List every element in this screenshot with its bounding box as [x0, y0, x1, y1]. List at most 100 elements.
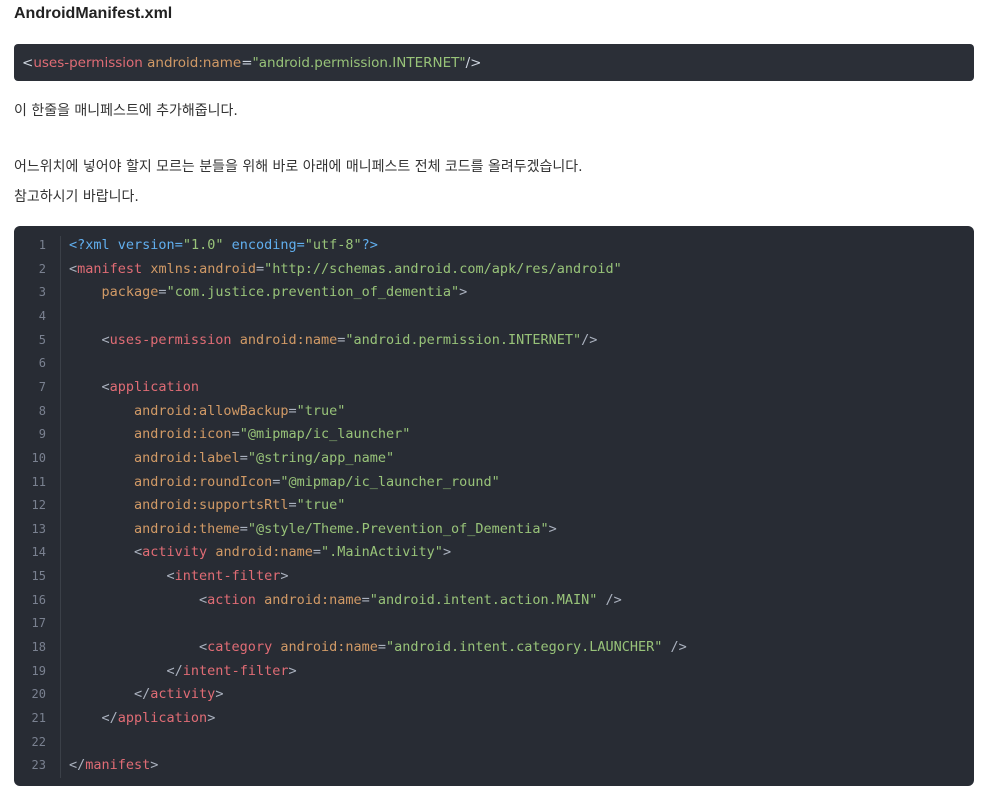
code-token: encoding: [223, 237, 297, 253]
code-token: android:allowBackup: [134, 402, 289, 419]
code-token: xmlns:android: [150, 260, 256, 277]
snippet-token: "android.permission.INTERNET": [252, 54, 466, 71]
line-number: 23: [31, 758, 46, 773]
code-text: <category android:name="android.intent.c…: [69, 636, 687, 658]
code-token: "android.intent.action.MAIN": [369, 591, 598, 608]
code-token: =: [255, 260, 265, 277]
line-number: 7: [38, 379, 46, 394]
snippet-token: />: [465, 54, 482, 71]
code-token: android:name: [215, 544, 313, 561]
snippet-token: android:name: [147, 54, 242, 71]
code-token: />: [662, 639, 687, 656]
code-line: 20 </activity>: [14, 683, 974, 705]
code-text: <application: [69, 376, 200, 398]
code-line: 12 android:supportsRtl="true": [14, 494, 974, 516]
code-token: "@style/Theme.Prevention_of_Dementia": [247, 520, 549, 537]
line-number: 4: [38, 308, 46, 323]
code-token: manifest: [77, 260, 143, 277]
paragraph-reference: 참고하시기 바랍니다.: [14, 189, 139, 205]
code-token: ?>: [361, 237, 378, 253]
code-token: action: [207, 591, 256, 608]
line-number: 3: [38, 285, 46, 300]
code-token: =: [288, 402, 297, 419]
code-line: 23 </manifest>: [14, 754, 974, 776]
code-token: android:theme: [134, 520, 240, 537]
code-token: <: [69, 260, 78, 277]
code-token: android:name: [280, 639, 378, 656]
code-token: =: [296, 237, 305, 253]
line-number: 13: [31, 521, 46, 536]
code-token: <: [69, 378, 110, 395]
code-token: =: [361, 591, 370, 608]
code-token: android:roundIcon: [134, 473, 273, 490]
code-token: </: [69, 757, 86, 774]
code-token: </: [69, 662, 183, 679]
code-line: 7 <application: [14, 376, 974, 398]
code-text: package="com.justice.prevention_of_demen…: [69, 281, 468, 303]
code-text: </manifest>: [69, 754, 158, 776]
code-token: =: [288, 497, 297, 514]
code-line: 16 <action android:name="android.intent.…: [14, 589, 974, 611]
code-token: uses-permission: [109, 331, 232, 348]
line-number: 21: [31, 711, 46, 725]
code-token: "android.permission.INTERNET": [345, 331, 582, 348]
code-text: <manifest xmlns:android="http://schemas.…: [69, 258, 622, 280]
code-token: <: [69, 544, 143, 561]
line-number: 1: [38, 238, 46, 252]
code-line: 6: [14, 352, 974, 374]
code-text: <activity android:name=".MainActivity">: [69, 541, 451, 563]
code-token: </: [69, 710, 118, 726]
line-number: 18: [31, 640, 46, 655]
code-line: 4: [14, 305, 974, 327]
code-text: android:roundIcon="@mipmap/ic_launcher_r…: [69, 471, 500, 493]
code-line: 21 </application>: [14, 707, 974, 729]
code-token: "@mipmap/ic_launcher_round": [280, 473, 500, 490]
code-token: "utf-8": [304, 237, 362, 253]
code-line: 19 </intent-filter>: [14, 660, 974, 682]
code-token: android:icon: [134, 426, 232, 443]
code-token: =: [239, 520, 248, 537]
code-token: =: [231, 426, 240, 443]
code-token: >: [288, 662, 297, 679]
code-line: 1 <?xml version="1.0" encoding="utf-8"?>: [14, 234, 974, 256]
code-line: 15 <intent-filter>: [14, 565, 974, 587]
code-token: android:label: [134, 449, 240, 466]
code-token: application: [109, 378, 200, 395]
code-line: 2 <manifest xmlns:android="http://schemas…: [14, 258, 974, 280]
code-token: ".MainActivity": [321, 544, 443, 561]
manifest-code-block[interactable]: 1 <?xml version="1.0" encoding="utf-8"?> 2…: [14, 226, 974, 786]
code-line: 18 <category android:name="android.inten…: [14, 636, 974, 658]
code-token: android:name: [264, 591, 362, 608]
code-text: android:icon="@mipmap/ic_launcher": [69, 423, 410, 445]
code-line: 8 android:allowBackup="true": [14, 400, 974, 422]
code-token: "android.intent.category.LAUNCHER": [386, 639, 663, 656]
code-token: =: [158, 284, 167, 301]
code-text: <?xml version="1.0" encoding="utf-8"?>: [69, 234, 378, 256]
line-number: 11: [31, 474, 46, 489]
code-text: </activity>: [69, 683, 223, 705]
permission-snippet[interactable]: < uses-permission android:name = "android.p…: [14, 44, 974, 81]
paragraph-full-code-intro: 어느위치에 넣어야 할지 모르는 분들을 위해 바로 아래에 매니페스트 전체 …: [14, 159, 583, 175]
code-line: 11 android:roundIcon="@mipmap/ic_launche…: [14, 471, 974, 493]
code-line: 10 android:label="@string/app_name": [14, 447, 974, 469]
code-token: >: [207, 710, 216, 726]
snippet-token: uses-permission: [33, 54, 143, 71]
code-token: application: [117, 710, 208, 726]
file-heading: AndroidManifest.xml: [14, 5, 173, 22]
code-token: =: [312, 544, 322, 561]
code-token: activity: [150, 686, 216, 703]
code-line: 9 android:icon="@mipmap/ic_launcher": [14, 423, 974, 445]
code-line: 3 package="com.justice.prevention_of_dem…: [14, 281, 974, 303]
code-token: activity: [142, 544, 208, 561]
code-token: <: [69, 591, 208, 608]
snippet-token: =: [241, 54, 253, 71]
code-line: 14 <activity android:name=".MainActivity…: [14, 541, 974, 563]
code-token: />: [581, 331, 598, 348]
code-token: >: [459, 284, 468, 301]
line-number: 17: [31, 616, 46, 631]
